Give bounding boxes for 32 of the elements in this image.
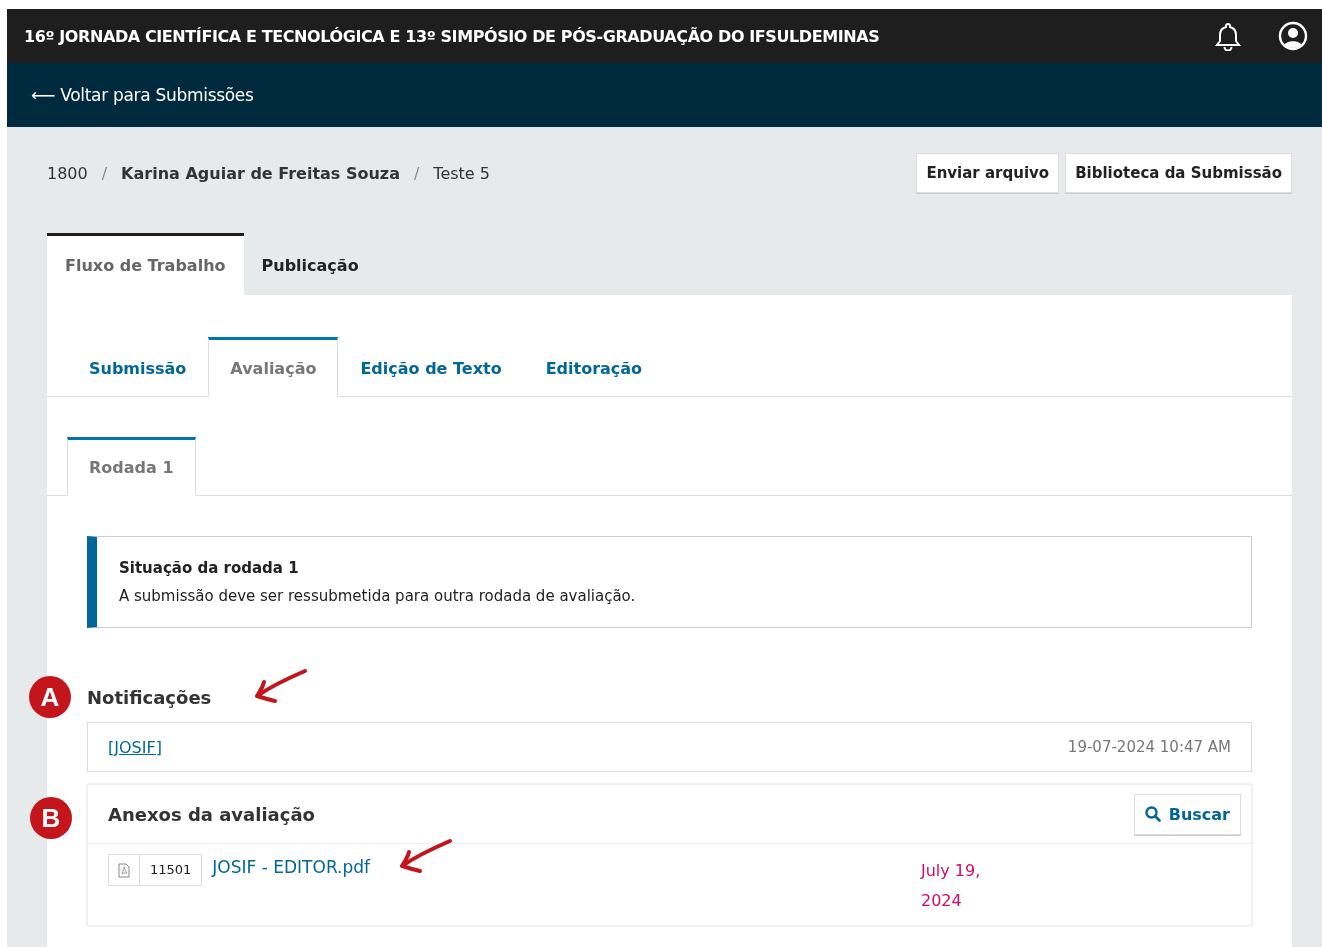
user-icon[interactable] [1278, 21, 1308, 51]
author-name: Karina Aguiar de Freitas Souza [121, 163, 400, 183]
file-date: July 19, 2024 [921, 860, 982, 912]
search-button[interactable]: Buscar [1133, 793, 1241, 835]
file-id: 11501 [139, 855, 202, 885]
notice-title: Situação da rodada 1 [119, 559, 300, 577]
tab[interactable]: Fluxo de Trabalho [47, 233, 244, 295]
bell-icon[interactable] [1214, 21, 1242, 51]
notification-link[interactable]: [JOSIF] [108, 737, 162, 757]
stage-tab[interactable]: Edição de Texto [338, 337, 524, 397]
round-tab[interactable]: Rodada 1 [67, 437, 196, 496]
stage-tab[interactable]: Submissão [67, 337, 209, 397]
action-button[interactable]: Enviar arquivo [916, 153, 1060, 193]
pdf-file-icon [118, 862, 130, 878]
submission-title: Teste 5 [433, 163, 490, 183]
section-heading: Notificações [87, 686, 212, 708]
search-icon [1144, 806, 1161, 822]
breadcrumb-separator: / [101, 163, 108, 183]
annotation-badge: B [30, 797, 72, 839]
stage-tab[interactable]: Avaliação [208, 337, 339, 397]
file-link[interactable]: JOSIF - EDITOR.pdf [212, 857, 371, 877]
annotation-badge: A [29, 676, 71, 718]
panel-heading: Anexos da avaliação [108, 803, 315, 825]
site-title: 16º JORNADA CIENTÍFICA E TECNOLÓGICA E 13º SIMPÓSIO DE PÓS-GRADUAÇÃO DO IFSULDEMINAS [24, 26, 880, 46]
back-link[interactable]: ⟵ Voltar para Submissões [31, 85, 254, 105]
stage-tab[interactable]: Editoração [523, 337, 665, 397]
notice-message: A submissão deve ser ressubmetida para outra rodada de avaliação. [119, 587, 637, 605]
action-button[interactable]: Biblioteca da Submissão [1065, 153, 1292, 193]
tab[interactable]: Publicação [243, 233, 377, 295]
breadcrumb-separator: / [413, 163, 420, 183]
notification-date: 19-07-2024 10:47 AM [1067, 738, 1231, 756]
submission-id: 1800 [47, 163, 88, 183]
